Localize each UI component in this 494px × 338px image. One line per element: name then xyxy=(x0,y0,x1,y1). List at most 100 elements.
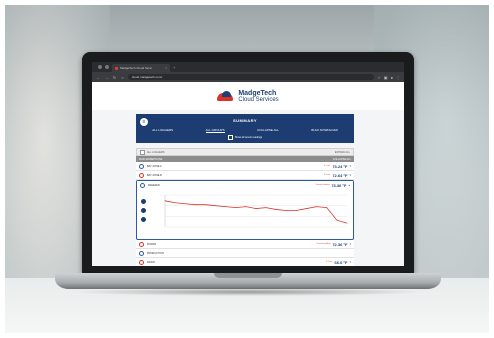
data-point xyxy=(245,206,247,208)
settings-icon[interactable] xyxy=(141,199,146,204)
browser-toolbar: ← → ↻ ⌂ cloud.madgetech.com/ ☆ ▣ ● ⋮ xyxy=(92,72,404,82)
reading-meta: 6.1 sec xyxy=(323,174,331,176)
expand-all-link[interactable]: EXPAND ALL xyxy=(335,151,350,154)
show-recent-label: Show all recent readings xyxy=(234,136,263,139)
tab-title: MadgeTech Cloud Servi xyxy=(120,66,152,70)
device-name: FREEZER xyxy=(148,183,160,187)
star-icon[interactable]: ☆ xyxy=(377,75,381,80)
data-point xyxy=(235,207,237,209)
sensor-icon xyxy=(139,250,144,256)
address-bar[interactable]: cloud.madgetech.com/ xyxy=(128,74,375,80)
list-item[interactable]: FREEZER Current reading 73.36 °F ▴ xyxy=(137,181,353,189)
profile-icon[interactable]: ● xyxy=(391,75,393,80)
dashboard-panel: ≡ SUMMARY ALL LOGGERS ALL GROUPS COLLAPS… xyxy=(136,114,354,266)
series-line xyxy=(164,200,348,224)
data-point xyxy=(265,207,267,209)
alarm-icon[interactable] xyxy=(141,208,146,213)
reading-value: 72.36 °F xyxy=(332,241,348,247)
extensions-icon[interactable]: ▣ xyxy=(384,75,388,80)
brand-subtitle: Cloud Services xyxy=(238,96,279,103)
reading-meta: 5.7 sec xyxy=(323,165,331,167)
reading-value: 72.64 °F xyxy=(332,172,348,178)
list-header: ALL LOGGERS EXPAND ALL xyxy=(136,148,354,156)
device-name: BAY ZONE A xyxy=(147,164,162,168)
chevron-down-icon[interactable]: ▾ xyxy=(349,173,351,177)
new-tab-button[interactable]: + xyxy=(173,65,175,70)
menu-icon[interactable]: ⋮ xyxy=(396,75,400,80)
data-point xyxy=(296,210,297,211)
data-point xyxy=(346,222,348,224)
show-recent-checkbox[interactable] xyxy=(227,135,233,140)
reading-value: 66.6 °F xyxy=(334,259,348,265)
device-name: PRODUCTION xyxy=(147,251,164,255)
temperature-line-chart xyxy=(164,194,348,228)
list-item[interactable]: PRODUCTION xyxy=(136,249,354,258)
summary-header: ≡ SUMMARY ALL LOGGERS ALL GROUPS COLLAPS… xyxy=(136,114,354,143)
all-loggers-link[interactable]: ALL LOGGERS xyxy=(152,128,173,133)
data-point xyxy=(205,204,206,206)
chevron-down-icon[interactable]: ▾ xyxy=(349,164,351,168)
collapse-all-link[interactable]: COLLAPSE ALL xyxy=(257,128,279,133)
expanded-device-card: FREEZER Current reading 73.36 °F ▴ xyxy=(136,180,354,240)
favicon-icon xyxy=(115,66,118,70)
data-point xyxy=(336,219,338,221)
browser-tab[interactable]: MadgeTech Cloud Servi × xyxy=(112,64,170,72)
select-all-checkbox[interactable] xyxy=(140,149,145,155)
laptop-shadow xyxy=(70,288,426,296)
laptop-notch xyxy=(214,273,282,278)
window-control-icon[interactable] xyxy=(105,65,109,69)
device-name: BAY ZONE B xyxy=(147,173,162,177)
close-tab-icon[interactable]: × xyxy=(165,64,167,72)
back-button[interactable]: ← xyxy=(96,75,101,80)
bulk-download-link[interactable]: BULK DOWNLOAD xyxy=(311,128,337,133)
list-item[interactable]: BAY ZONE B 6.1 sec 72.64 °F ▾ xyxy=(136,171,354,180)
data-point xyxy=(306,208,307,209)
group-collapse-link[interactable]: COLLAPSE ALL xyxy=(333,158,351,161)
data-point xyxy=(255,208,257,209)
hamburger-menu-icon[interactable]: ≡ xyxy=(140,118,148,126)
list-item[interactable]: DRAIN 4.2 sec 66.6 °F ▾ xyxy=(136,258,354,266)
madgetech-logo-icon xyxy=(217,91,235,101)
list-header-label: ALL LOGGERS xyxy=(147,150,165,154)
device-name: RH2000 xyxy=(147,242,157,246)
list-item[interactable]: RH2000 Current reading 72.36 °F ▾ xyxy=(136,240,354,249)
sensor-icon xyxy=(139,163,144,169)
reading-meta: Current reading xyxy=(315,184,330,186)
reading-value: 73.24 °F xyxy=(332,163,348,169)
download-icon[interactable] xyxy=(141,217,146,222)
chevron-down-icon[interactable]: ▾ xyxy=(349,242,351,246)
app-content: MadgeTech Cloud Services ≡ SUMMARY ALL L… xyxy=(92,82,404,266)
data-point xyxy=(174,202,176,204)
brand-header: MadgeTech Cloud Services xyxy=(92,82,404,110)
laptop-screen: MadgeTech Cloud Servi × + ← → ↻ ⌂ cloud.… xyxy=(92,62,404,266)
reading-meta: Current reading xyxy=(316,243,331,245)
group-label: MAIN WAREHOUSE xyxy=(139,157,163,161)
browser-tab-bar: MadgeTech Cloud Servi × + xyxy=(92,62,404,72)
sensor-icon xyxy=(139,172,144,178)
device-name: DRAIN xyxy=(147,260,155,264)
window-control-icon[interactable] xyxy=(98,65,102,69)
summary-title: SUMMARY xyxy=(232,118,258,123)
data-point xyxy=(326,207,328,209)
data-point xyxy=(275,209,277,210)
data-point xyxy=(225,206,227,208)
chevron-up-icon[interactable]: ▴ xyxy=(348,183,350,187)
list-item[interactable]: BAY ZONE A 5.7 sec 73.24 °F ▾ xyxy=(136,162,354,171)
all-groups-link[interactable]: ALL GROUPS xyxy=(205,128,225,133)
reading-value: 73.36 °F xyxy=(331,182,347,188)
data-point xyxy=(164,200,166,202)
data-point xyxy=(285,210,287,211)
chevron-down-icon[interactable]: ▾ xyxy=(349,260,351,264)
data-point xyxy=(316,206,318,208)
sensor-icon xyxy=(139,259,144,265)
home-button[interactable]: ⌂ xyxy=(120,75,125,80)
reading-meta: 4.2 sec xyxy=(326,261,333,263)
sensor-icon xyxy=(140,182,145,188)
reload-button[interactable]: ↻ xyxy=(112,75,117,80)
data-point xyxy=(194,204,196,206)
device-chart xyxy=(137,189,353,239)
data-point xyxy=(215,205,216,207)
data-point xyxy=(184,203,186,205)
sensor-icon xyxy=(139,241,144,247)
forward-button[interactable]: → xyxy=(104,75,109,80)
